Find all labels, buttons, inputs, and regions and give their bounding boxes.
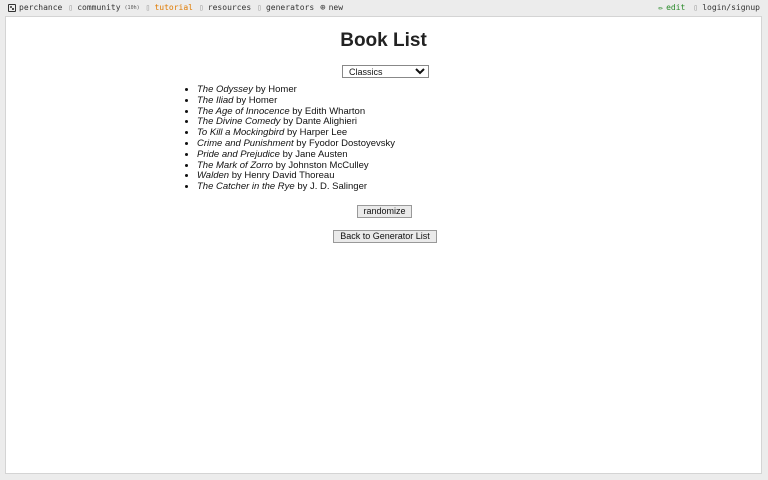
edit-label: edit <box>666 3 686 12</box>
page-title: Book List <box>340 30 427 51</box>
book-author: by Fyodor Dostoyevsky <box>296 137 396 149</box>
book-author: by Jane Austen <box>282 148 348 160</box>
edit-link[interactable]: ✏ edit <box>658 0 685 16</box>
nav-generators-label: generators <box>265 3 315 12</box>
book-author: by Henry David Thoreau <box>231 170 335 182</box>
book-author: by Dante Alighieri <box>283 116 357 128</box>
book-title: To Kill a Mockingbird <box>197 127 285 139</box>
brand-link[interactable]: perchance <box>8 0 62 16</box>
nav-new-label: new <box>328 3 344 12</box>
users-icon: ▯ <box>68 3 74 12</box>
nav-community[interactable]: ▯ community (10h) <box>68 0 139 16</box>
book-icon: ▯ <box>145 3 151 12</box>
nav-resources-label: resources <box>207 3 252 12</box>
book-author: by J. D. Salinger <box>297 181 368 193</box>
book-author: by Homer <box>236 94 278 106</box>
book-title: Pride and Prejudice <box>197 148 280 160</box>
login-link[interactable]: ▯ login/signup <box>693 0 760 16</box>
top-nav-bar: perchance ▯ community (10h) ▯ tutorial ▯… <box>0 0 768 16</box>
nav-generators[interactable]: ▯ generators <box>257 0 314 16</box>
brand-label: perchance <box>19 3 63 12</box>
nav-community-label: community <box>77 3 121 12</box>
randomize-button[interactable]: randomize <box>357 205 412 218</box>
list-icon: ▯ <box>257 3 262 12</box>
pencil-icon: ✏ <box>658 3 664 12</box>
folder-icon: ▯ <box>198 3 204 12</box>
back-to-generator-list-button[interactable]: Back to Generator List <box>333 230 437 243</box>
nav-tutorial[interactable]: ▯ tutorial <box>146 0 193 16</box>
community-badge: (10h) <box>124 5 140 11</box>
nav-tutorial-label: tutorial <box>154 3 193 12</box>
book-author: by Johnston McCulley <box>275 159 369 171</box>
book-title: The Divine Comedy <box>197 116 281 128</box>
book-title: The Catcher in the Rye <box>197 181 295 193</box>
dice-icon <box>8 4 16 12</box>
book-author: by Harper Lee <box>286 127 348 139</box>
list-item: The Catcher in the Rye by J. D. Salinger <box>197 181 395 193</box>
book-author: by Homer <box>255 84 297 95</box>
book-title: The Mark of Zorro <box>197 159 274 171</box>
plus-circle-icon: ⊕ <box>320 3 326 13</box>
book-title: The Iliad <box>197 94 234 106</box>
generator-panel: Book List Classics The Odyssey by HomerT… <box>5 16 762 474</box>
book-title: Walden <box>197 170 230 182</box>
nav-resources[interactable]: ▯ resources <box>199 0 251 16</box>
book-author: by Edith Wharton <box>292 105 366 117</box>
category-select[interactable]: Classics <box>342 65 429 78</box>
login-label: login/signup <box>702 3 760 12</box>
book-title: The Age of Innocence <box>197 105 290 117</box>
book-title: The Odyssey <box>197 84 253 95</box>
book-title: Crime and Punishment <box>197 137 294 149</box>
book-list: The Odyssey by HomerThe Iliad by HomerTh… <box>180 84 396 193</box>
nav-new[interactable]: ⊕ new <box>320 0 343 16</box>
user-icon: ▯ <box>693 3 699 12</box>
